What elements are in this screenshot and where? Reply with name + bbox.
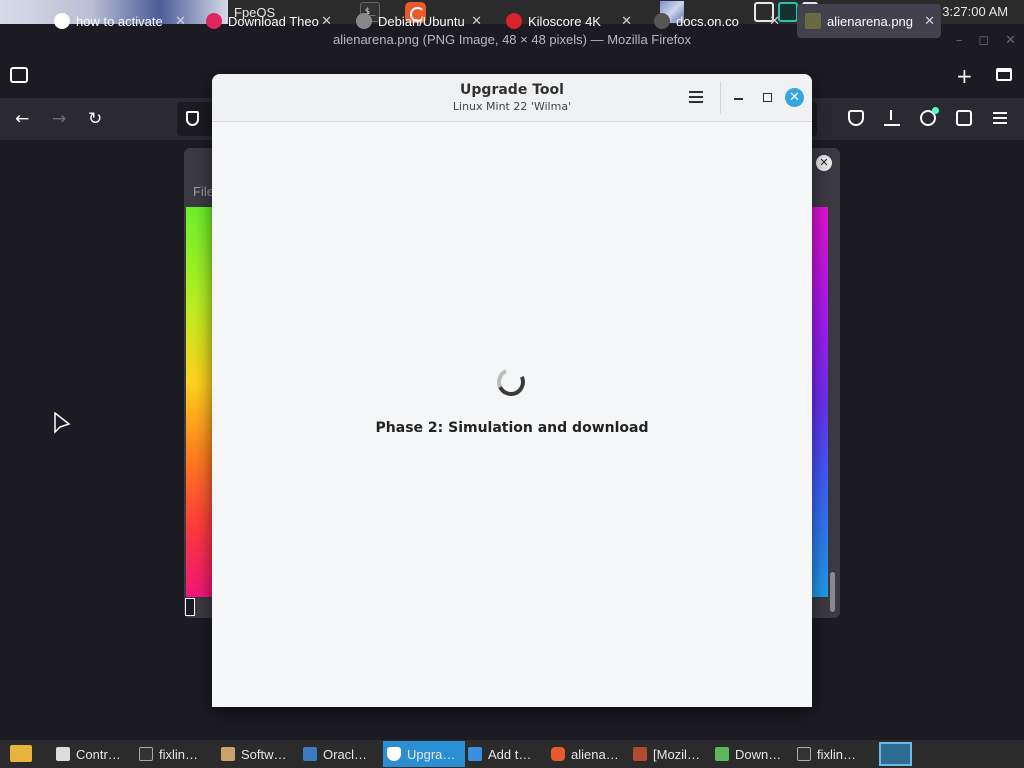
taskbar-item[interactable]: Oracl… bbox=[303, 741, 381, 767]
hue-gradient-left bbox=[186, 207, 212, 597]
favicon-icon bbox=[506, 13, 522, 29]
viewer-close-icon[interactable]: ✕ bbox=[816, 155, 832, 171]
viewer-file-menu[interactable]: File bbox=[193, 184, 214, 199]
firefox-icon bbox=[551, 747, 565, 761]
forward-icon[interactable]: → bbox=[52, 109, 66, 129]
close-tab-icon[interactable]: ✕ bbox=[175, 13, 186, 29]
virtualbox-icon bbox=[303, 747, 317, 761]
close-tab-icon[interactable]: ✕ bbox=[321, 13, 332, 29]
tab[interactable]: Download Theo ✕ bbox=[198, 4, 338, 38]
hue-gradient-right bbox=[812, 207, 828, 597]
phase-status-text: Phase 2: Simulation and download bbox=[375, 420, 649, 436]
tab-active[interactable]: alienarena.png ✕ bbox=[797, 4, 941, 38]
favicon-icon bbox=[206, 13, 222, 29]
reload-icon[interactable]: ↻ bbox=[88, 109, 102, 129]
dialog-subtitle: Linux Mint 22 'Wilma' bbox=[452, 100, 572, 113]
close-icon[interactable]: ✕ bbox=[1005, 33, 1016, 48]
taskbar-item-label: aliena… bbox=[571, 746, 619, 762]
header-separator bbox=[720, 82, 721, 114]
show-desktop-icon[interactable] bbox=[879, 742, 912, 766]
close-tab-icon[interactable]: ✕ bbox=[924, 13, 935, 29]
tab-label: docs.on.co bbox=[676, 13, 739, 29]
taskbar-item-label: fixlin… bbox=[817, 746, 857, 762]
firefox-view-icon[interactable] bbox=[996, 68, 1012, 81]
dialog-title: Upgrade Tool bbox=[460, 82, 564, 98]
minimize-icon[interactable] bbox=[734, 98, 743, 100]
tab-label: Debian/Ubuntu bbox=[378, 13, 465, 29]
taskbar-item[interactable]: Softw… bbox=[221, 741, 299, 767]
software-manager-icon bbox=[221, 747, 235, 761]
tab-label: Kiloscore 4K bbox=[528, 13, 601, 29]
tab[interactable]: how to activate ✕ bbox=[46, 4, 192, 38]
tracking-protection-icon[interactable] bbox=[186, 111, 199, 126]
extensions-icon[interactable] bbox=[956, 110, 972, 126]
taskbar-item-label: Add t… bbox=[488, 746, 532, 762]
close-tab-icon[interactable]: ✕ bbox=[769, 13, 780, 29]
google-favicon-icon bbox=[54, 13, 70, 29]
firefox-window-controls: – ◻ ✕ bbox=[956, 24, 1016, 56]
taskbar-item-label: Upgra… bbox=[407, 746, 456, 762]
minimize-icon[interactable]: – bbox=[956, 33, 963, 48]
control-center-icon bbox=[56, 747, 70, 761]
display-icon bbox=[468, 747, 482, 761]
terminal-icon bbox=[139, 747, 153, 761]
selection-handle[interactable] bbox=[185, 598, 195, 616]
hamburger-menu-icon[interactable] bbox=[689, 91, 703, 103]
taskbar-item[interactable]: aliena… bbox=[551, 741, 629, 767]
tab[interactable]: Debian/Ubuntu ✕ bbox=[348, 4, 488, 38]
firefox-window-icon bbox=[633, 747, 647, 761]
taskbar-item[interactable]: Add t… bbox=[468, 741, 546, 767]
upgrade-shield-icon bbox=[387, 747, 401, 761]
favicon-icon bbox=[356, 13, 372, 29]
tab-label: alienarena.png bbox=[827, 13, 914, 29]
tab-list-icon[interactable] bbox=[10, 67, 28, 83]
taskbar-item-label: [Mozil… bbox=[653, 746, 700, 762]
file-manager-icon[interactable] bbox=[10, 745, 32, 762]
favicon-icon bbox=[654, 13, 670, 29]
upgrade-tool-dialog: Upgrade Tool Linux Mint 22 'Wilma' ✕ Pha… bbox=[212, 74, 812, 707]
maximize-icon[interactable]: ◻ bbox=[978, 33, 989, 48]
taskbar-item[interactable]: fixlin… bbox=[139, 741, 217, 767]
taskbar-item-label: Softw… bbox=[241, 746, 287, 762]
tab-label: how to activate bbox=[76, 13, 163, 29]
tab[interactable]: docs.on.co ✕ bbox=[646, 4, 786, 38]
image-favicon-icon bbox=[805, 13, 821, 29]
close-icon[interactable]: ✕ bbox=[785, 88, 804, 107]
tab[interactable]: Kiloscore 4K ✕ bbox=[498, 4, 638, 38]
app-menu-icon[interactable] bbox=[993, 112, 1007, 124]
terminal-icon bbox=[797, 747, 811, 761]
tab-label: Download Theo bbox=[228, 13, 319, 29]
taskbar-item-active[interactable]: Upgra… bbox=[383, 741, 465, 767]
downloads-icon[interactable] bbox=[884, 110, 900, 126]
new-tab-icon[interactable]: + bbox=[956, 64, 973, 88]
taskbar-item-label: Oracl… bbox=[323, 746, 368, 762]
maximize-icon[interactable] bbox=[763, 93, 772, 102]
loading-spinner-icon bbox=[493, 364, 529, 400]
taskbar-item[interactable]: fixlin… bbox=[797, 741, 875, 767]
taskbar-item[interactable]: Contr… bbox=[56, 741, 134, 767]
taskbar-item-label: Down… bbox=[735, 746, 782, 762]
close-tab-icon[interactable]: ✕ bbox=[471, 13, 482, 29]
dialog-header: Upgrade Tool Linux Mint 22 'Wilma' ✕ bbox=[212, 74, 812, 122]
pocket-icon[interactable] bbox=[848, 110, 864, 126]
account-icon[interactable] bbox=[920, 107, 939, 126]
close-tab-icon[interactable]: ✕ bbox=[621, 13, 632, 29]
taskbar-item-label: fixlin… bbox=[159, 746, 199, 762]
back-icon[interactable]: ← bbox=[15, 109, 29, 129]
taskbar-item[interactable]: [Mozil… bbox=[633, 741, 711, 767]
taskbar-item-label: Contr… bbox=[76, 746, 121, 762]
taskbar-item[interactable]: Down… bbox=[715, 741, 793, 767]
scrollbar[interactable] bbox=[830, 572, 835, 612]
folder-icon bbox=[715, 747, 729, 761]
